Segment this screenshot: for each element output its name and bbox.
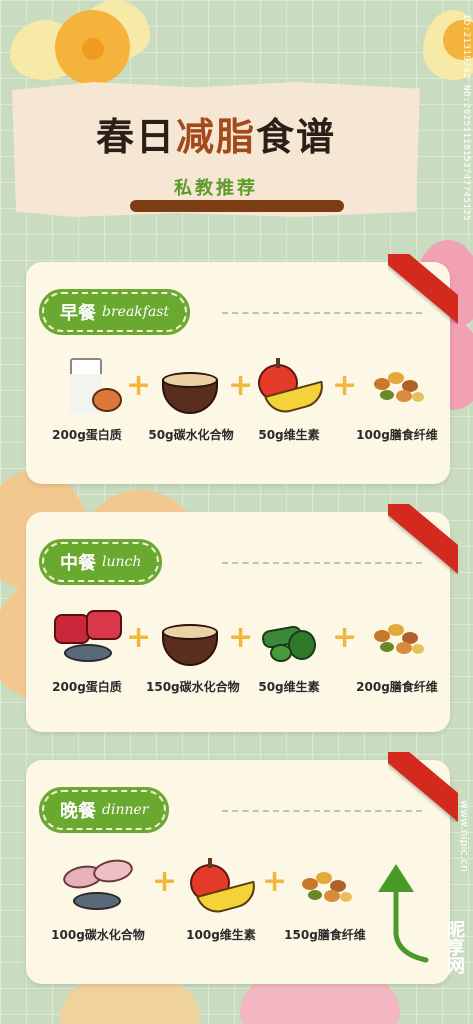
food-item: 150g碳水化合物: [146, 610, 240, 695]
watermark-logo: 昵享网: [444, 920, 465, 974]
nuts-icon: [290, 858, 360, 918]
food-item: 50g碳水化合物: [146, 358, 236, 443]
id-side-text: ID:21319742 NO:20251118153747745125: [461, 14, 471, 222]
meat-fish-icon: [52, 610, 122, 670]
food-item: 100g维生素: [176, 858, 266, 943]
apple-banana-icon: [186, 858, 260, 918]
divider-dashed: [222, 312, 422, 314]
meal-card-lunch: 中餐 lunch 200g蛋白质 + 150g碳水化合物 + 50g维生素 + …: [26, 512, 450, 732]
divider-dashed: [222, 810, 422, 812]
watermark-text: www.nipic.cn: [458, 800, 471, 873]
meal-card-dinner: 晚餐 dinner 100g碳水化合物 + 100g维生素 + 150g膳食纤维: [26, 760, 450, 984]
food-item: 200g蛋白质: [42, 358, 132, 443]
divider-dashed: [222, 562, 422, 564]
apple-banana-icon: [254, 358, 328, 418]
vegetables-icon: [254, 610, 324, 670]
meal-label-lunch: 中餐 lunch: [38, 539, 163, 585]
nuts-icon: [362, 358, 432, 418]
food-item: 100g膳食纤维: [352, 358, 442, 443]
milk-egg-icon: [52, 358, 122, 418]
food-item: 100g碳水化合物: [46, 856, 150, 943]
oat-bowl-icon: [156, 358, 226, 418]
arrow-icon: [376, 864, 436, 964]
food-item: 200g膳食纤维: [352, 610, 442, 695]
meal-card-breakfast: 早餐 breakfast 200g蛋白质 + 50g碳水化合物 + 50g维生素…: [26, 262, 450, 484]
food-item: 150g膳食纤维: [280, 858, 370, 943]
page-title: 春日减脂食谱: [95, 115, 337, 159]
nuts-icon: [362, 610, 432, 670]
food-item: 50g维生素: [244, 610, 334, 695]
food-item: 200g蛋白质: [42, 610, 132, 695]
meal-label-breakfast: 早餐 breakfast: [38, 289, 191, 335]
food-item: 50g维生素: [244, 358, 334, 443]
header-banner: 春日减脂食谱 私教推荐: [12, 82, 420, 217]
page-subtitle: 私教推荐: [174, 178, 258, 199]
subtitle-bar: [130, 200, 344, 212]
sweet-potato-fish-icon: [61, 856, 135, 918]
plus-icon: +: [152, 864, 178, 899]
meal-label-dinner: 晚餐 dinner: [38, 787, 170, 833]
oat-bowl-icon: [156, 610, 226, 670]
